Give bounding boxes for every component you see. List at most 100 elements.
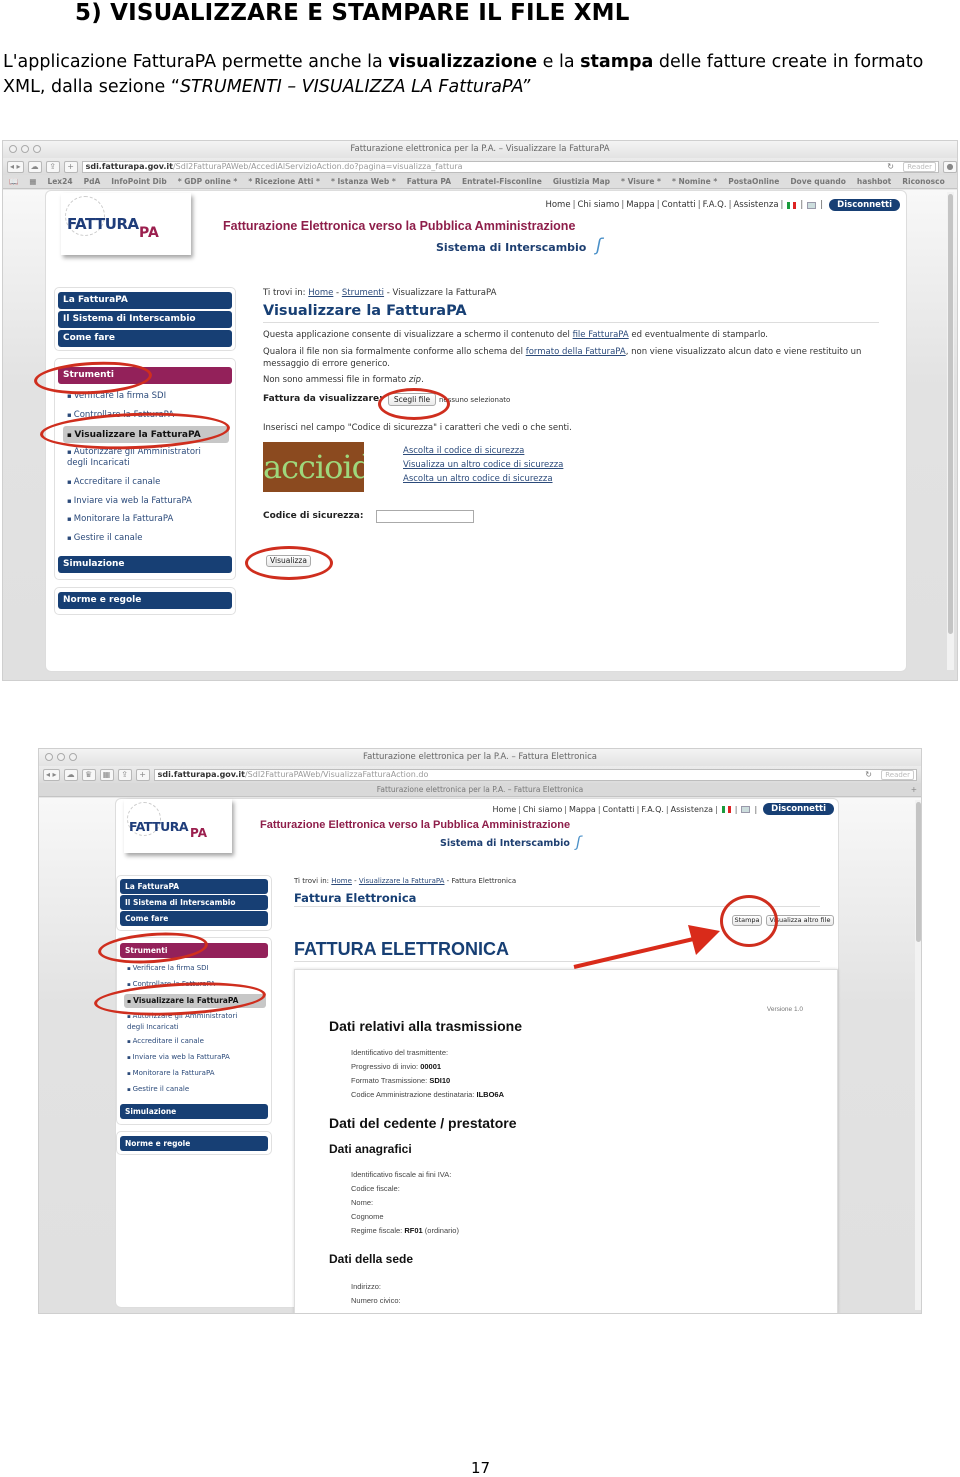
- zoom-window-button[interactable]: [69, 753, 77, 761]
- sidebar-item-norme-regole[interactable]: Norme e regole: [58, 592, 232, 609]
- reader-button[interactable]: Reader: [903, 161, 936, 172]
- breadcrumb-visualizzare-link[interactable]: Visualizzare la FatturaPA: [359, 877, 445, 885]
- sidebar-subitem-accreditare[interactable]: Accreditare il canale: [67, 477, 161, 487]
- sidebar-item-sistema-interscambio[interactable]: Il Sistema di Interscambio: [58, 311, 232, 328]
- address-bar[interactable]: sdi.fatturapa.gov.it/SdI2FatturaPAWeb/Ac…: [81, 160, 939, 173]
- top-sites-icon[interactable]: ▦: [99, 768, 114, 781]
- field-label: Codice Amministrazione destinataria:: [351, 1090, 477, 1099]
- sidebar-subitem-inviare[interactable]: Inviare via web la FatturaPA: [127, 1053, 230, 1061]
- english-flag-icon[interactable]: [741, 805, 751, 813]
- nav-contatti[interactable]: Contatti: [603, 805, 635, 814]
- bookmark-item[interactable]: PostaOnline: [728, 177, 779, 186]
- minimize-window-button[interactable]: [57, 753, 65, 761]
- reload-icon[interactable]: ↻: [887, 162, 894, 172]
- breadcrumb-home-link[interactable]: Home: [331, 877, 352, 885]
- sidebar-subitem-monitorare[interactable]: Monitorare la FatturaPA: [127, 1069, 215, 1077]
- sidebar-item-norme-regole[interactable]: Norme e regole: [120, 1136, 268, 1151]
- bookmark-item[interactable]: PdA: [84, 177, 101, 186]
- fatturapa-logo[interactable]: FATTURA PA: [61, 193, 191, 255]
- new-tab-plus-icon[interactable]: +: [135, 768, 150, 781]
- disconnect-button[interactable]: Disconnetti: [829, 199, 900, 211]
- reload-icon[interactable]: ↻: [865, 770, 872, 780]
- bookmark-item[interactable]: * Visure *: [621, 177, 661, 186]
- nav-assistenza[interactable]: Assistenza: [671, 805, 713, 814]
- italian-flag-icon[interactable]: [721, 805, 731, 813]
- active-tab[interactable]: Fatturazione elettronica per la P.A. – F…: [377, 785, 583, 794]
- formato-fatturapa-link[interactable]: formato della FatturaPA: [526, 347, 626, 357]
- nav-mappa[interactable]: Mappa: [626, 200, 655, 210]
- breadcrumb-strumenti-link[interactable]: Strumenti: [342, 288, 384, 298]
- bookmarks-icon[interactable]: ♛: [81, 768, 96, 781]
- bookmark-item[interactable]: InfoPoint Dib: [111, 177, 166, 186]
- vertical-scrollbar[interactable]: [915, 800, 921, 1310]
- new-tab-plus-icon[interactable]: +: [63, 160, 78, 173]
- bookmark-item[interactable]: Entratel-Fisconline: [462, 177, 542, 186]
- italian-flag-icon[interactable]: [787, 201, 797, 209]
- sidebar-item-simulazione[interactable]: Simulazione: [120, 1104, 268, 1119]
- sidebar-subitem-gestire-canale[interactable]: Gestire il canale: [67, 533, 143, 543]
- sidebar-subitem-inviare[interactable]: Inviare via web la FatturaPA: [67, 496, 192, 506]
- bookmark-item[interactable]: Giustizia Map: [553, 177, 610, 186]
- breadcrumb-home-link[interactable]: Home: [308, 288, 333, 298]
- scrollbar-thumb[interactable]: [948, 194, 953, 634]
- new-captcha-link[interactable]: Visualizza un altro codice di sicurezza: [403, 458, 563, 472]
- security-code-input[interactable]: [376, 510, 474, 523]
- sidebar-item-simulazione[interactable]: Simulazione: [58, 556, 232, 573]
- share-icon[interactable]: ⇪: [117, 768, 132, 781]
- sidebar-subitem-autorizzare[interactable]: Autorizzare gli Amministratori degli Inc…: [67, 447, 217, 469]
- top-sites-icon[interactable]: ▦: [29, 177, 36, 186]
- nav-chi-siamo[interactable]: Chi siamo: [523, 805, 562, 814]
- reader-button[interactable]: Reader: [881, 769, 914, 780]
- sidebar-subitem-gestire-canale[interactable]: Gestire il canale: [127, 1085, 190, 1093]
- sidebar-item-la-fatturapa[interactable]: La FatturaPA: [58, 292, 232, 309]
- bookmark-item[interactable]: Fattura PA: [407, 177, 451, 186]
- sidebar-subitem-verificare-firma[interactable]: Verificare la firma SDI: [127, 964, 209, 972]
- minimize-window-button[interactable]: [21, 145, 29, 153]
- close-window-button[interactable]: [9, 145, 17, 153]
- vertical-scrollbar[interactable]: [947, 192, 954, 670]
- field-label: Codice fiscale:: [351, 1184, 400, 1193]
- nav-home[interactable]: Home: [545, 200, 570, 210]
- back-forward-button[interactable]: ◂ ▸: [7, 160, 24, 173]
- nav-chi-siamo[interactable]: Chi siamo: [577, 200, 619, 210]
- scrollbar-thumb[interactable]: [916, 802, 921, 942]
- cloud-icon[interactable]: ☁: [27, 160, 42, 173]
- nav-contatti[interactable]: Contatti: [662, 200, 696, 210]
- back-forward-button[interactable]: ◂ ▸: [43, 768, 60, 781]
- invoice-field-row: Regime fiscale: RF01 (ordinario): [351, 1226, 459, 1235]
- nav-faq[interactable]: F.A.Q.: [641, 805, 664, 814]
- new-tab-plus-icon[interactable]: +: [911, 783, 917, 797]
- listen-captcha-link[interactable]: Ascolta il codice di sicurezza: [403, 444, 563, 458]
- sidebar-subitem-monitorare[interactable]: Monitorare la FatturaPA: [67, 514, 174, 524]
- nav-faq[interactable]: F.A.Q.: [703, 200, 727, 210]
- sidebar-item-come-fare[interactable]: Come fare: [120, 911, 268, 926]
- sidebar-item-come-fare[interactable]: Come fare: [58, 330, 232, 347]
- nav-assistenza[interactable]: Assistenza: [733, 200, 778, 210]
- bookmark-item[interactable]: hashbot: [857, 177, 891, 186]
- bookmark-item[interactable]: * Nomine *: [672, 177, 717, 186]
- english-flag-icon[interactable]: [807, 201, 817, 209]
- zoom-window-button[interactable]: [33, 145, 41, 153]
- sidebar-subitem-accreditare[interactable]: Accreditare il canale: [127, 1037, 204, 1045]
- bookmark-item[interactable]: * Ricezione Atti *: [248, 177, 320, 186]
- listen-new-captcha-link[interactable]: Ascolta un altro codice di sicurezza: [403, 472, 563, 486]
- nav-home[interactable]: Home: [493, 805, 517, 814]
- bookmark-item[interactable]: Lex24: [47, 177, 72, 186]
- field-value: 00001: [420, 1062, 442, 1071]
- cloud-icon[interactable]: ☁: [63, 768, 78, 781]
- sidebar-item-la-fatturapa[interactable]: La FatturaPA: [120, 879, 268, 894]
- address-bar[interactable]: sdi.fatturapa.gov.it/SdI2FatturaPAWeb/Vi…: [153, 768, 917, 781]
- bookmark-item[interactable]: Riconosco: [902, 177, 945, 186]
- bookmark-item[interactable]: * GDP online *: [178, 177, 238, 186]
- bookmark-item[interactable]: * Istanza Web *: [331, 177, 396, 186]
- nav-mappa[interactable]: Mappa: [569, 805, 596, 814]
- file-fatturapa-link[interactable]: file FatturaPA: [573, 330, 629, 340]
- sidebar-item-sistema-interscambio[interactable]: Il Sistema di Interscambio: [120, 895, 268, 910]
- fatturapa-logo[interactable]: FATTURA PA: [124, 799, 232, 853]
- reading-list-icon[interactable]: 📖: [9, 177, 18, 186]
- bookmark-item[interactable]: Dove quando: [790, 177, 846, 186]
- disconnect-button[interactable]: Disconnetti: [763, 803, 834, 815]
- downloads-icon[interactable]: ●: [943, 160, 957, 173]
- share-icon[interactable]: ⇪: [45, 160, 60, 173]
- close-window-button[interactable]: [45, 753, 53, 761]
